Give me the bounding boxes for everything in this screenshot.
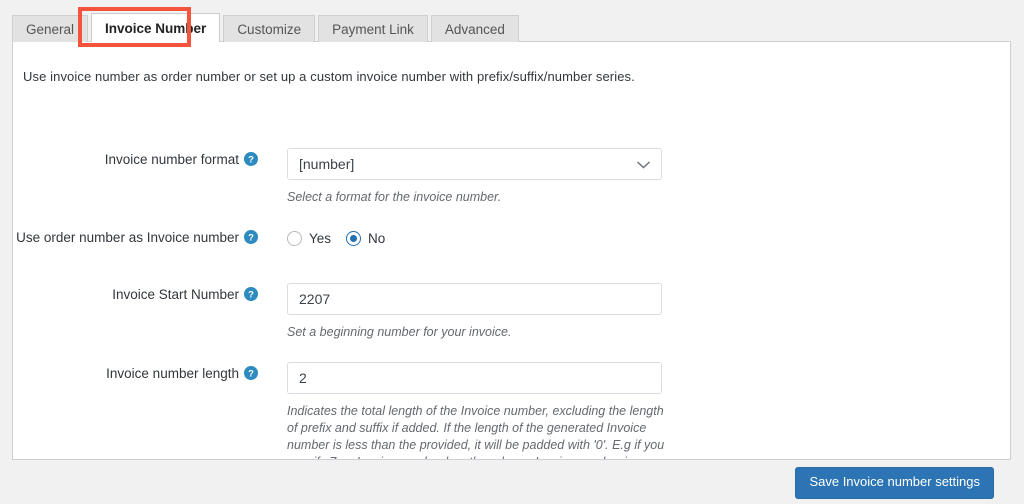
invoice-start-number-input[interactable]	[287, 283, 662, 315]
tab-invoice-number[interactable]: Invoice Number	[91, 13, 221, 42]
tab-advanced[interactable]: Advanced	[430, 15, 519, 42]
label-use-order-number-text: Use order number as Invoice number	[16, 230, 239, 245]
help-icon[interactable]: ?	[244, 287, 258, 301]
invoice-number-length-input[interactable]	[287, 362, 662, 394]
radio-option-no[interactable]: No	[346, 230, 386, 246]
radio-mark-no	[346, 230, 362, 246]
svg-text:?: ?	[248, 155, 254, 166]
radio-label-yes: Yes	[309, 230, 332, 246]
tab-general[interactable]: General	[12, 15, 89, 42]
radio-label-no: No	[368, 230, 386, 246]
invoice-number-format-select[interactable]: [number]	[287, 148, 662, 180]
invoice-start-number-description: Set a beginning number for your invoice.	[287, 325, 512, 339]
svg-text:?: ?	[248, 290, 254, 301]
panel-intro-text: Use invoice number as order number or se…	[23, 69, 635, 84]
radio-option-yes[interactable]: Yes	[287, 230, 332, 246]
help-icon[interactable]: ?	[244, 366, 258, 380]
radio-mark-yes	[287, 230, 302, 246]
label-invoice-number-length-text: Invoice number length	[106, 366, 239, 381]
label-invoice-start-number-text: Invoice Start Number	[112, 287, 239, 302]
field-invoice-number-format: [number] Select a format for the invoice…	[287, 148, 665, 206]
chevron-down-icon	[637, 156, 650, 172]
invoice-number-format-description: Select a format for the invoice number.	[287, 190, 502, 204]
invoice-number-format-value: [number]	[299, 156, 355, 172]
help-icon[interactable]: ?	[244, 152, 258, 166]
invoice-number-length-description: Indicates the total length of the Invoic…	[287, 404, 665, 459]
settings-panel: Use invoice number as order number or se…	[12, 41, 1011, 460]
field-invoice-start-number: Set a beginning number for your invoice.	[287, 283, 665, 341]
svg-text:?: ?	[248, 369, 254, 380]
label-invoice-start-number: Invoice Start Number?	[13, 287, 258, 302]
field-use-order-number: Yes No	[287, 228, 400, 248]
use-order-number-radio-group: Yes No	[287, 228, 400, 248]
svg-text:?: ?	[248, 233, 254, 244]
label-invoice-number-length: Invoice number length?	[13, 366, 258, 381]
label-invoice-number-format: Invoice number format?	[13, 152, 258, 167]
help-icon[interactable]: ?	[244, 230, 258, 244]
field-invoice-number-length: Indicates the total length of the Invoic…	[287, 362, 665, 459]
tab-payment-link[interactable]: Payment Link	[318, 15, 428, 42]
settings-tab-strip: General Invoice Number Customize Payment…	[12, 13, 522, 42]
label-invoice-number-format-text: Invoice number format	[104, 152, 239, 167]
tab-customize[interactable]: Customize	[223, 15, 316, 42]
label-use-order-number: Use order number as Invoice number?	[13, 230, 258, 245]
settings-footer: Save Invoice number settings	[12, 460, 1011, 504]
save-invoice-number-settings-button[interactable]: Save Invoice number settings	[795, 467, 994, 499]
